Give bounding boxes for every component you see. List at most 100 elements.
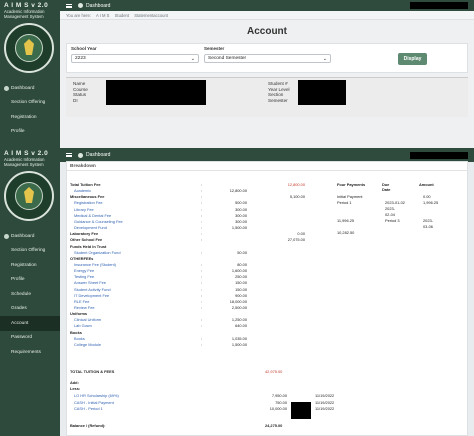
- sidebar-item-grades[interactable]: Grades: [0, 302, 60, 317]
- deduction-amount: 7,950.00: [271, 393, 287, 398]
- fee-label: Books: [70, 329, 82, 335]
- fee-colon: :: [201, 200, 203, 206]
- topbar-dashboard-link[interactable]: Dashboard: [86, 152, 110, 158]
- fee-colon: :: [201, 274, 203, 280]
- fee-colon: :: [201, 237, 203, 243]
- fee-colon: :: [201, 305, 203, 310]
- fee-amount: 150.00: [235, 286, 247, 292]
- fee-label: Insurance Fee (Student): [74, 261, 116, 267]
- fee-amount: 300.00: [235, 206, 247, 212]
- account-screen-top: A I M S v 2.0 Academic Information Manag…: [0, 0, 474, 148]
- sidebar-item-registration[interactable]: Registration: [0, 258, 60, 273]
- fee-label: Library Fee: [74, 206, 94, 212]
- dashboard-icon: [4, 85, 9, 91]
- payment-due-date: 2023-01-02: [385, 200, 405, 205]
- payment-name: Period 1: [337, 200, 352, 205]
- payment-due-date: 02-04: [385, 212, 395, 217]
- fee-amount: 150.00: [235, 280, 247, 286]
- fee-label: Uniforms: [70, 311, 88, 317]
- deduction-date: 11/19/2022: [315, 393, 335, 398]
- sidebar-item-dashboard[interactable]: Dashboard: [0, 229, 60, 244]
- fee-amount: 80.00: [237, 261, 247, 267]
- sidebar-item-schedule[interactable]: Schedule: [0, 287, 60, 302]
- semester-select[interactable]: Second Semester ⌄: [204, 54, 331, 63]
- fee-colon: :: [201, 286, 203, 292]
- fee-subtotal: 12,800.00: [287, 182, 305, 187]
- fee-colon: :: [201, 182, 203, 187]
- sidebar-item-profile[interactable]: Profile: [0, 125, 60, 140]
- breadcrumb: You are here: A I M S Student Statementa…: [60, 11, 474, 20]
- sidebar-item-profile[interactable]: Profile: [0, 273, 60, 288]
- sidebar-item-account[interactable]: Account: [0, 316, 60, 331]
- app-name: A I M S v 2.0: [4, 2, 49, 9]
- deduction-date: 11/19/2022: [315, 399, 335, 405]
- fee-colon: :: [201, 317, 203, 323]
- fee-amount: 1,250.00: [231, 317, 247, 323]
- sidebar-nav: Dashboard Section Offering Registration …: [0, 81, 60, 139]
- dashboard-icon: [78, 3, 83, 8]
- fee-colon: :: [201, 292, 203, 298]
- payment-amount: 2023-: [423, 218, 433, 223]
- sidebar-nav: Dashboard Section Offering Registration …: [0, 229, 60, 360]
- fee-colon: :: [201, 249, 203, 255]
- add-label: Add:: [70, 380, 79, 385]
- school-year-label: School Year: [71, 46, 97, 51]
- fee-amount: 2,500.00: [231, 305, 247, 310]
- breadcrumb-aims[interactable]: A I M S: [96, 13, 110, 18]
- fee-subtotal: 0.00: [297, 231, 305, 237]
- menu-toggle-icon[interactable]: [66, 3, 72, 8]
- chevron-down-icon: ⌄: [190, 56, 195, 62]
- balance-label: Balance / (Refund):: [70, 423, 106, 428]
- fee-colon: :: [201, 261, 203, 267]
- fee-label: Review Fee: [74, 305, 95, 310]
- fee-label: OTHERFEEs: [70, 255, 94, 261]
- fee-label: Other School Fee: [70, 237, 103, 243]
- school-seal-logo: [4, 23, 54, 73]
- payment-due-date: 2023-: [385, 206, 395, 211]
- sidebar-item-registration[interactable]: Registration: [0, 110, 60, 125]
- app-subtitle-2: Management System: [4, 14, 44, 19]
- fee-colon: :: [201, 341, 203, 347]
- deduction-amount: 10,000.00: [269, 406, 287, 411]
- filter-card: School Year 2223 ⌄ Semester Second Semes…: [66, 43, 468, 73]
- sidebar-item-section-offering[interactable]: Section Offering: [0, 244, 60, 259]
- page-title: Account: [247, 26, 287, 37]
- fee-colon: :: [201, 218, 203, 224]
- fee-subtotal: 5,100.00: [289, 194, 305, 200]
- display-button[interactable]: Display: [398, 53, 427, 65]
- student-info-card: Name Course Status DI Student # Year Lev…: [66, 77, 468, 117]
- sidebar-item-password[interactable]: Password: [0, 331, 60, 346]
- topbar-dashboard-link[interactable]: Dashboard: [86, 3, 110, 9]
- fee-amount: 250.00: [235, 274, 247, 280]
- sidebar: A I M S v 2.0 Academic Information Manag…: [0, 0, 60, 148]
- top-bar: Dashboard: [60, 0, 474, 11]
- fee-amount: 300.00: [235, 212, 247, 218]
- deduction-date: 11/19/2022: [315, 406, 335, 411]
- breadcrumb-current: Statementaccount: [134, 13, 168, 18]
- redacted-receipt: [291, 402, 311, 419]
- fee-label: Total Tuition Fee: [70, 182, 101, 187]
- fee-label: Funds Held In Trust: [70, 243, 107, 249]
- sidebar-item-dashboard[interactable]: Dashboard: [0, 81, 60, 96]
- breakdown-title: Breakdown: [67, 162, 467, 171]
- balance-value: 24,275.00: [265, 423, 283, 428]
- payments-header-date: Due Date: [382, 182, 391, 192]
- fee-colon: :: [201, 280, 203, 286]
- sidebar-item-requirements[interactable]: Requirements: [0, 345, 60, 360]
- total-label: TOTAL TUITION & FEES: [70, 369, 115, 374]
- fee-amount: 1,600.00: [231, 268, 247, 274]
- fee-colon: :: [201, 231, 203, 237]
- fee-colon: :: [201, 323, 203, 329]
- fee-amount: 18,000.00: [229, 298, 247, 304]
- fee-label: Miscellaneous Fee: [70, 194, 105, 200]
- fee-colon: :: [201, 335, 203, 341]
- account-screen-breakdown: A I M S v 2.0 Academic Information Manag…: [0, 148, 474, 436]
- school-seal-logo: [4, 171, 54, 221]
- info-labels-left: Name Course Status DI: [73, 81, 88, 103]
- menu-toggle-icon[interactable]: [66, 153, 72, 157]
- school-year-select[interactable]: 2223 ⌄: [71, 54, 199, 63]
- dashboard-icon: [78, 152, 83, 158]
- sidebar-item-section-offering[interactable]: Section Offering: [0, 96, 60, 111]
- app-name: A I M S v 2.0: [4, 150, 49, 157]
- breadcrumb-student[interactable]: Student: [115, 13, 129, 18]
